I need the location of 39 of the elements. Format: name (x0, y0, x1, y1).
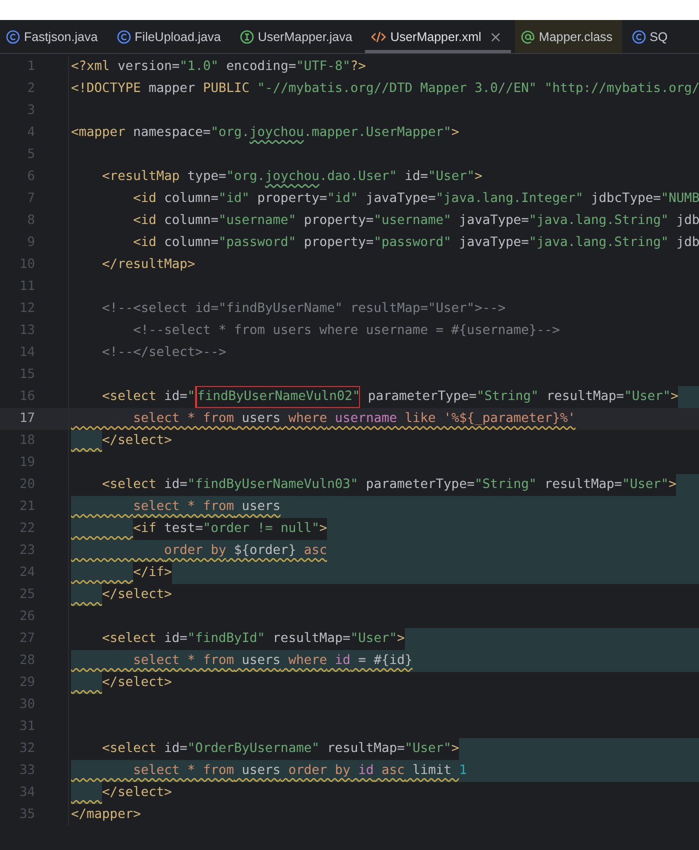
at-sign-icon (520, 30, 535, 44)
code-line: <!--</select>--> (101, 344, 228, 362)
code-line: </select> (69, 430, 699, 452)
code-line: <resultMap type="org.joychou.dao.User" id="User"> (101, 168, 484, 186)
editor-tab[interactable]: Fastjson.java (0, 20, 107, 53)
circle-c-icon (116, 30, 131, 44)
code-line: </resultMap> (101, 256, 196, 274)
editor-tab[interactable]: SQ (626, 20, 677, 53)
code-line: <!--<select id="findByUserName" resultMap="User">--> (101, 300, 507, 318)
code-line: select * from users where id = #{id} (69, 650, 699, 672)
editor-tab[interactable]: FileUpload.java (110, 20, 230, 53)
editor-tab[interactable]: UserMapper.xml × (365, 20, 511, 53)
code-line: </mapper> (70, 806, 142, 824)
code-line: <select id="OrderByUsername" resultMap="User"> (69, 738, 699, 760)
code-line: select * from users order by id asc limit 1 (69, 760, 699, 782)
code-line: <mapper namespace="org.joychou.mapper.UserMapper"> (70, 124, 460, 142)
line-number: 17 (0, 408, 69, 430)
circle-c-icon (6, 30, 20, 44)
code-brackets-icon (371, 30, 386, 44)
code-line: select * from users (69, 496, 699, 518)
code-line: order by ${order} asc (69, 540, 699, 562)
code-line: </select> (69, 782, 699, 804)
code-line: </if> (69, 562, 699, 584)
code-line: <select id="findById" resultMap="User"> (69, 628, 699, 650)
code-line: <select id="findByUserNameVuln03" parameterType="String" resultMap="User"> (69, 474, 699, 496)
code-line: </select> (69, 584, 699, 606)
code-line: <if test="order != null"> (69, 518, 699, 540)
editor-tab[interactable]: Mapper.class (514, 20, 622, 53)
code-line: <id column="id" property="id" javaType="java.lang.Integer" jdbcType="NUMB (132, 190, 699, 208)
code-line: <id column="password" property="password" javaType="java.lang.String" jdb (132, 234, 699, 252)
code-line: </select> (69, 672, 699, 694)
code-line: <!DOCTYPE mapper PUBLIC "-//mybatis.org//DTD Mapper 3.0//EN" "http://mybatis.org/ (70, 80, 699, 98)
circle-c-icon (632, 30, 646, 44)
code-line: <?xml version="1.0" encoding="UTF-8"?> (70, 58, 367, 76)
close-button[interactable]: × (485, 28, 502, 46)
code-line: <id column="username" property="username" javaType="java.lang.String" jdb (132, 212, 699, 230)
code-line: <!--select * from users where username = #{username}--> (132, 322, 561, 340)
editor-tab[interactable]: UserMapper.java (234, 20, 362, 53)
circle-i-icon (240, 30, 254, 44)
